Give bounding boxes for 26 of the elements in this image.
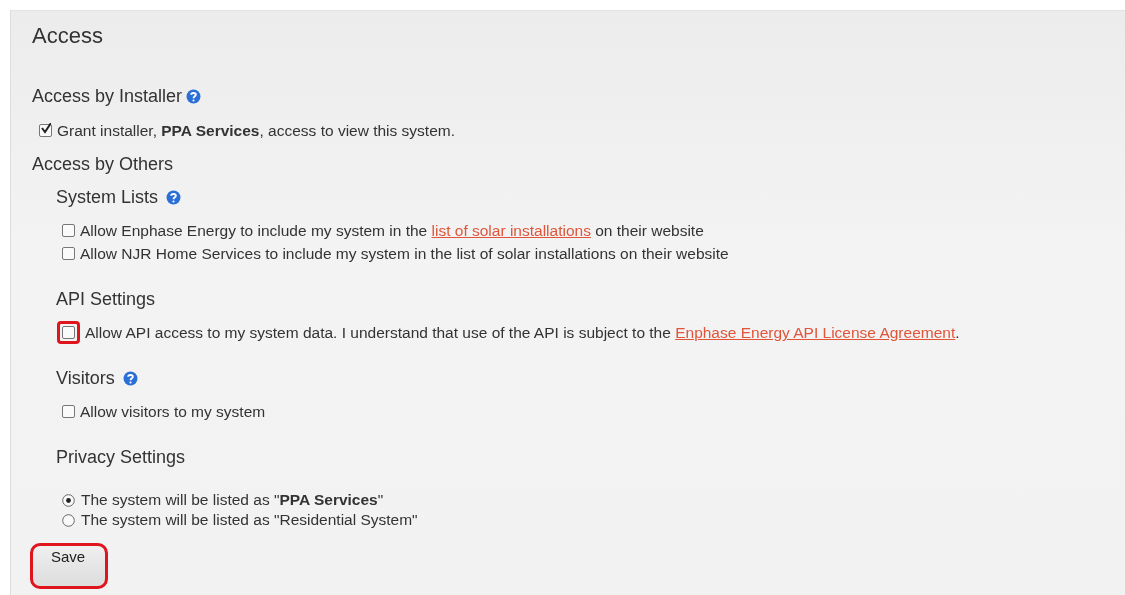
checkbox[interactable] (62, 405, 75, 418)
help-icon[interactable] (122, 370, 138, 386)
checkbox-label: Allow NJR Home Services to include my system in the list of solar installations on their website (80, 244, 729, 264)
checkbox-label: Allow API access to my system data. I understand that use of the API is subject to the Enphase Energy API License Agreement. (85, 323, 960, 343)
subsection-heading: System Lists (56, 186, 159, 209)
checkbox-label: Allow visitors to my system (80, 402, 266, 422)
section-heading: Access by Installer (32, 85, 183, 108)
checkbox[interactable] (62, 224, 75, 237)
radio-label: The system will be listed as "PPA Services" (81, 490, 384, 510)
checkbox-label: Grant installer, PPA Services, access to view this system. (57, 120, 455, 141)
checkbox-label: Allow Enphase Energy to include my system in the list of solar installations on their website (80, 221, 704, 241)
radio-label: The system will be listed as "Residential System" (81, 510, 418, 530)
link[interactable]: list of solar installations (431, 222, 591, 239)
checkbox[interactable] (62, 326, 75, 339)
help-icon[interactable] (186, 88, 202, 104)
section-heading: Access by Others (32, 153, 174, 176)
subsection-heading: Visitors (56, 367, 115, 390)
radio-button[interactable] (62, 493, 75, 507)
radio-button[interactable] (62, 513, 75, 527)
subsection-heading: Privacy Settings (56, 446, 186, 469)
help-icon[interactable] (166, 189, 182, 205)
subsection-heading: API Settings (56, 288, 156, 311)
page-title: Access (32, 22, 104, 50)
checkbox[interactable] (62, 247, 75, 260)
save-button[interactable]: Save (32, 545, 106, 587)
checkbox[interactable] (39, 123, 52, 137)
